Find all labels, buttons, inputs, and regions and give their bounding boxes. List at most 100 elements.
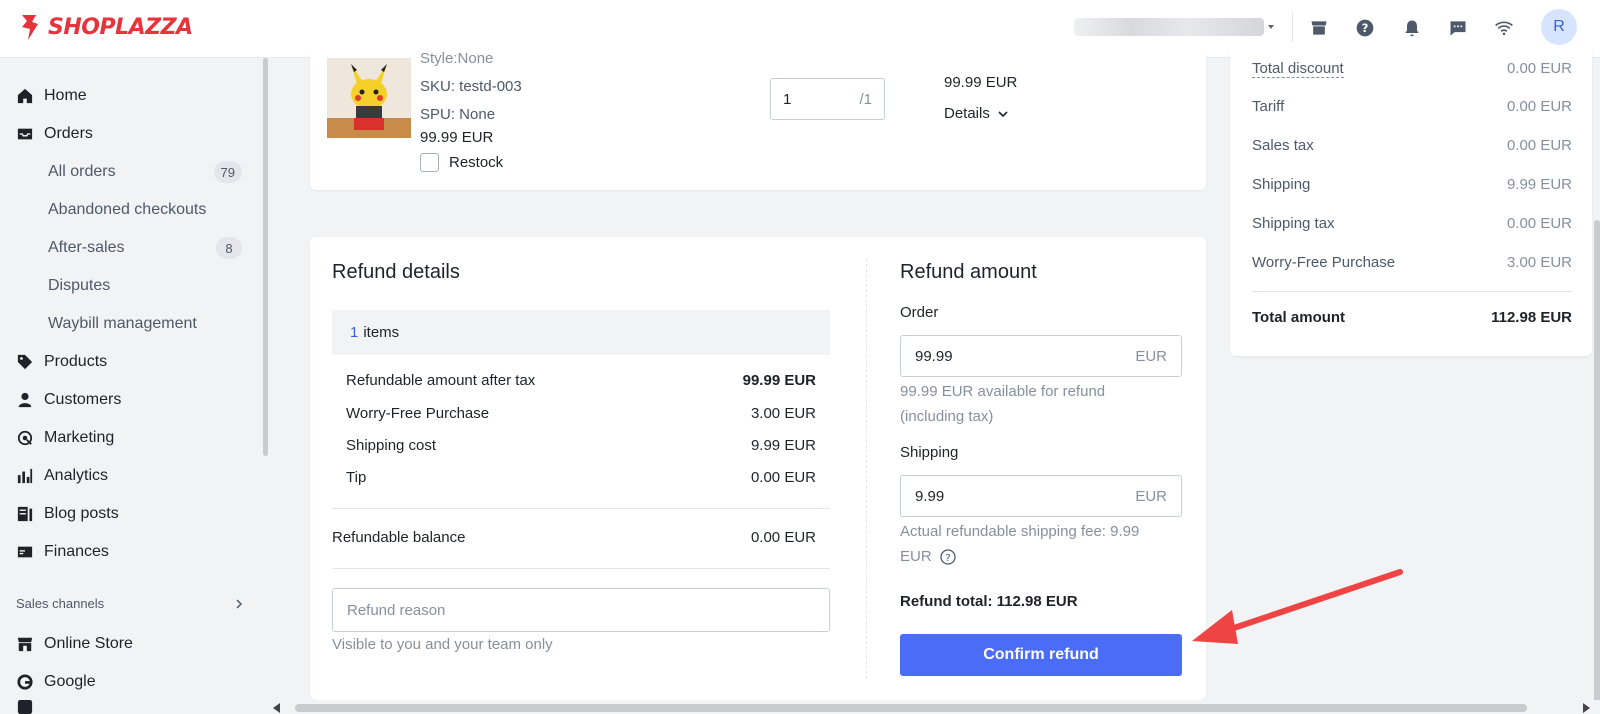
- row-value: 0.00 EUR: [750, 469, 816, 486]
- sidebar-item-customers[interactable]: Customers: [16, 385, 121, 415]
- summary-label[interactable]: Total discount: [1252, 60, 1344, 78]
- message-icon[interactable]: [1445, 15, 1471, 41]
- product-style: Style:None: [420, 50, 494, 67]
- summary-value: 0.00 EUR: [1506, 137, 1572, 154]
- shipping-help-text: EUR: [900, 548, 932, 565]
- sidebar-item-orders[interactable]: Orders: [16, 119, 93, 149]
- scroll-right-arrow-icon[interactable]: [1583, 703, 1590, 713]
- vertical-scrollbar[interactable]: [1594, 220, 1600, 714]
- balance-value: 0.00 EUR: [750, 529, 816, 546]
- avatar[interactable]: R: [1541, 9, 1577, 45]
- row-label: Tip: [346, 469, 367, 486]
- column-divider: [866, 259, 867, 679]
- count-badge: 8: [216, 237, 242, 259]
- refund-details-title: Refund details: [332, 261, 460, 283]
- sidebar-item-finances[interactable]: Finances: [16, 537, 109, 567]
- google-icon: [16, 673, 34, 691]
- refund-reason-placeholder: Refund reason: [347, 601, 446, 619]
- divider: [332, 508, 830, 509]
- sidebar-item-abandoned-checkouts[interactable]: Abandoned checkouts: [48, 195, 242, 225]
- refund-row: Tip 0.00 EUR: [346, 469, 816, 486]
- section-label: Sales channels: [16, 596, 105, 611]
- sidebar-item-google[interactable]: Google: [16, 667, 96, 697]
- shoplazza-logo-icon: [22, 15, 38, 40]
- restock-checkbox-row[interactable]: Restock: [420, 153, 503, 172]
- home-icon: [16, 87, 34, 105]
- scroll-left-arrow-icon[interactable]: [273, 703, 280, 713]
- divider: [332, 568, 830, 569]
- row-label: Refundable amount after tax: [346, 372, 536, 389]
- refundable-balance-row: Refundable balance 0.00 EUR: [332, 529, 816, 546]
- order-refund-value: 99.99: [915, 347, 953, 365]
- order-help-line-1: 99.99 EUR available for refund: [900, 383, 1106, 400]
- sidebar-item-label: Analytics: [44, 467, 109, 484]
- help-icon[interactable]: ?: [1352, 15, 1378, 41]
- row-value: 9.99 EUR: [750, 437, 816, 454]
- summary-row: Worry-Free Purchase 3.00 EUR: [1252, 254, 1572, 271]
- summary-label: Sales tax: [1252, 137, 1314, 154]
- quantity-value: 1: [783, 90, 792, 108]
- sidebar-item-after-sales[interactable]: After-sales 8: [48, 233, 242, 263]
- product-price: 99.99 EUR: [420, 129, 494, 146]
- bar-chart-icon: [16, 467, 34, 485]
- restock-checkbox[interactable]: [420, 153, 439, 172]
- shoplazza-logo[interactable]: SHOPLAZZA: [16, 12, 193, 42]
- store-selector[interactable]: [1074, 16, 1274, 38]
- summary-value: 0.00 EUR: [1506, 215, 1572, 232]
- blog-icon: [16, 505, 34, 523]
- row-value: 3.00 EUR: [750, 405, 816, 422]
- sidebar-item-products[interactable]: Products: [16, 347, 107, 377]
- sidebar-item-label: All orders: [48, 163, 116, 180]
- sidebar-item-label: Finances: [44, 543, 109, 560]
- bell-icon[interactable]: [1399, 15, 1425, 41]
- person-icon: [16, 391, 34, 409]
- sales-channels-header[interactable]: Sales channels: [16, 596, 244, 611]
- summary-label: Tariff: [1252, 98, 1285, 115]
- refund-row: Refundable amount after tax 99.99 EUR: [346, 372, 816, 389]
- sidebar-item-all-orders[interactable]: All orders 79: [48, 157, 242, 187]
- refund-row: Shipping cost 9.99 EUR: [346, 437, 816, 454]
- quantity-max: /1: [859, 90, 872, 108]
- store-icon[interactable]: [1306, 15, 1332, 41]
- confirm-refund-button[interactable]: Confirm refund: [900, 634, 1182, 676]
- wifi-icon[interactable]: [1491, 15, 1517, 41]
- question-circle-icon[interactable]: ?: [940, 548, 956, 565]
- refund-reason-help: Visible to you and your team only: [332, 636, 553, 653]
- brand-name: SHOPLAZZA: [48, 14, 193, 40]
- caret-down-icon: [1268, 25, 1274, 29]
- chevron-down-icon: [998, 110, 1008, 117]
- total-value: 112.98 EUR: [1491, 309, 1572, 326]
- finance-icon: [16, 543, 34, 561]
- sidebar-item-waybill-management[interactable]: Waybill management: [48, 309, 242, 339]
- horizontal-scrollbar-thumb[interactable]: [295, 704, 1527, 712]
- sidebar-item-analytics[interactable]: Analytics: [16, 461, 108, 491]
- items-label: items: [363, 324, 400, 341]
- sidebar-item-label: Home: [44, 87, 87, 104]
- shipping-refund-input[interactable]: 9.99 EUR: [900, 475, 1182, 517]
- sidebar-scrollbar[interactable]: [263, 58, 268, 456]
- sidebar-item-label: Online Store: [44, 635, 133, 652]
- quantity-input[interactable]: 1 /1: [770, 78, 885, 120]
- sidebar-item-marketing[interactable]: Marketing: [16, 423, 114, 453]
- sidebar-item-partial[interactable]: [16, 700, 44, 714]
- shipping-refund-value: 9.99: [915, 487, 945, 505]
- sidebar-item-home[interactable]: Home: [16, 81, 87, 111]
- order-refund-input[interactable]: 99.99 EUR: [900, 335, 1182, 377]
- summary-value: 9.99 EUR: [1506, 176, 1572, 193]
- summary-value: 3.00 EUR: [1506, 254, 1572, 271]
- marketing-icon: [16, 429, 34, 447]
- sidebar-item-blog-posts[interactable]: Blog posts: [16, 499, 119, 529]
- summary-total-row: Total amount 112.98 EUR: [1252, 309, 1572, 326]
- product-sku: SKU: testd-003: [420, 78, 522, 95]
- restock-label: Restock: [449, 154, 504, 171]
- sidebar-item-disputes[interactable]: Disputes: [48, 271, 242, 301]
- shipping-help-line-1: Actual refundable shipping fee: 9.99: [900, 523, 1140, 540]
- details-toggle[interactable]: Details: [944, 105, 1008, 122]
- refund-card: Refund details 1 items Refundable amount…: [310, 237, 1206, 700]
- refund-reason-input[interactable]: Refund reason: [332, 588, 830, 632]
- sidebar-item-online-store[interactable]: Online Store: [16, 629, 133, 659]
- items-count: 1: [350, 324, 359, 341]
- product-line-card: Style:None SKU: testd-003 SPU: None 99.9…: [310, 48, 1206, 190]
- summary-label: Shipping: [1252, 176, 1311, 193]
- shipping-label: Shipping: [900, 444, 959, 461]
